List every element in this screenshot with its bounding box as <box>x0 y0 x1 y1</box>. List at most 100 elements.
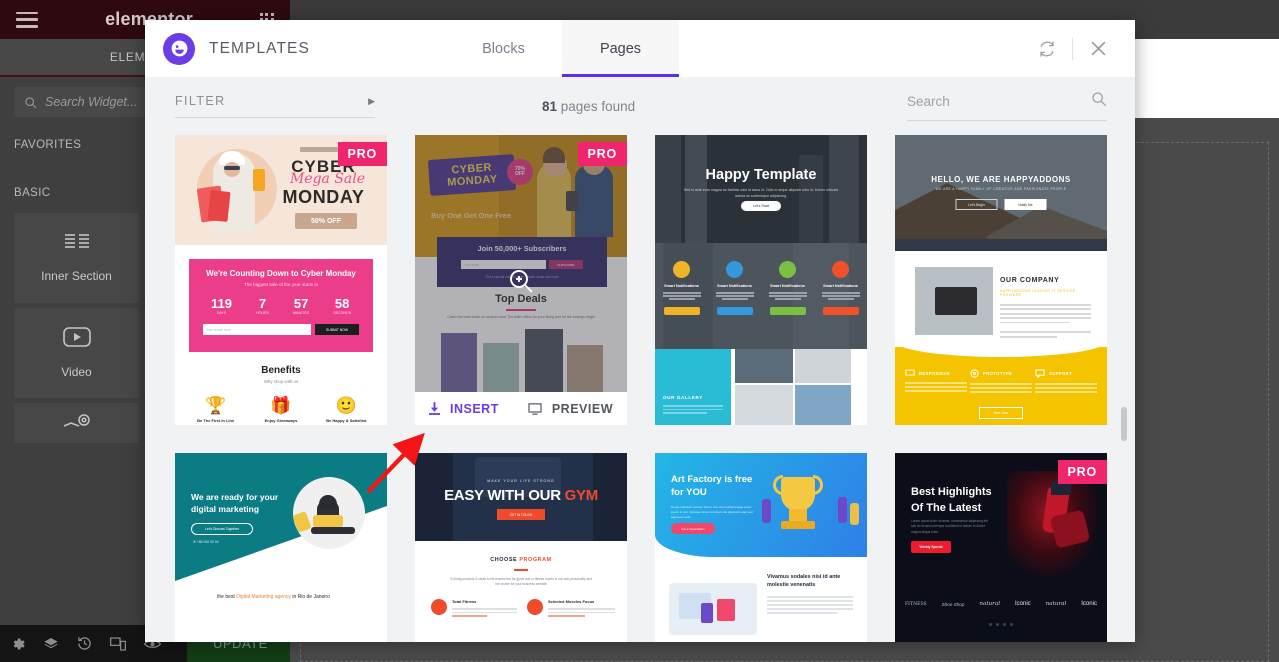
template-card[interactable]: HELLO, WE ARE HAPPYADDONS WE ARE A HAPPY… <box>895 135 1107 425</box>
template-card[interactable]: PRO Best Highlights Of The Latest Lorem … <box>895 453 1107 642</box>
template-card[interactable]: PRO CYBER Mega Sale MONDAY 50% OFF We're… <box>175 135 387 425</box>
modal-title: TEMPLATES <box>209 39 310 57</box>
templates-grid: PRO CYBER Mega Sale MONDAY 50% OFF We're… <box>175 135 1107 642</box>
modal-header: TEMPLATES Blocks Pages <box>145 20 1135 77</box>
mini-countdown-title: We're Counting Down to Cyber Monday <box>206 269 356 278</box>
search-input[interactable] <box>907 94 1067 109</box>
tab-blocks[interactable]: Blocks <box>445 20 562 77</box>
mini-hero-line1: Art Factory is free <box>671 474 753 485</box>
mini-logo: Shoe Shop <box>941 601 965 607</box>
widget-video[interactable]: Video <box>14 308 139 398</box>
columns-icon <box>64 233 90 256</box>
mini-benefit-title: Enjoy Giveaways <box>264 418 298 423</box>
templates-scroll-area[interactable]: PRO CYBER Mega Sale MONDAY 50% OFF We're… <box>145 135 1135 642</box>
responsive-mode-icon[interactable] <box>110 636 126 651</box>
search-icon <box>25 96 37 108</box>
results-count-suffix: pages found <box>557 98 636 114</box>
results-count: 81 pages found <box>542 99 635 114</box>
mini-service-title: SUPPORT <box>1049 371 1073 376</box>
mini-logo: Iconic <box>1081 601 1097 607</box>
widget-label: Inner Section <box>41 269 112 283</box>
mini-hero-line2: MONDAY <box>282 187 365 207</box>
sync-refresh-icon[interactable] <box>1028 40 1066 58</box>
close-icon[interactable] <box>1079 39 1117 58</box>
mini-card-title: Selected Muscles Focus <box>548 599 595 604</box>
mini-hero-line1: We are ready for your <box>191 492 279 502</box>
mini-card-title: Total Fitness <box>452 599 477 604</box>
settings-gear-icon[interactable] <box>10 636 25 651</box>
mini-hero-cta: 50% OFF <box>295 213 357 229</box>
mini-company-title: OUR COMPANY <box>1000 277 1060 284</box>
search-widget-placeholder: Search Widget... <box>45 95 138 109</box>
mini-hero-cta: Weekly Special <box>911 541 951 553</box>
mini-hero-cta: Let's Discuss Together <box>191 523 253 535</box>
magnifier-plus-icon[interactable] <box>508 268 534 294</box>
template-card[interactable]: Art Factory is free for YOU Donec interd… <box>655 453 867 642</box>
mini-counter-unit: MINUTES <box>293 311 310 315</box>
mini-hero-script: Mega Sale <box>289 171 366 187</box>
header-divider <box>1072 37 1073 60</box>
scrollbar-thumb[interactable] <box>1121 407 1127 441</box>
widget-inner-section[interactable]: Inner Section <box>14 213 139 303</box>
mini-counter-value: 57 <box>293 296 309 311</box>
mini-form-button: SUBMIT NOW <box>315 324 359 335</box>
template-card[interactable]: Happy Template Sed in ante eros magna ac… <box>655 135 867 425</box>
mini-countdown-sub: The biggest sale of the year starts in <box>243 282 319 287</box>
hamburger-icon[interactable] <box>16 11 38 28</box>
mini-counter-value: 7 <box>258 296 267 311</box>
template-card[interactable]: MAKE YOUR LIFE STRONG EASY WITH OUR GYM … <box>415 453 627 642</box>
templates-scrollbar[interactable] <box>1121 135 1127 642</box>
mini-hero-line2: for YOU <box>671 487 707 499</box>
mini-feature-title: Smart Notifications <box>823 284 858 288</box>
widget-label: Video <box>61 365 92 379</box>
preview-button[interactable]: PREVIEW <box>528 402 613 416</box>
mini-hero-line2: digital marketing <box>191 504 260 515</box>
filter-control[interactable]: FILTER ▶ <box>175 94 375 118</box>
mini-benefit-title: Be Happy & Satisfied <box>326 418 367 423</box>
mini-logo: Iconic <box>1014 601 1031 607</box>
mini-hero-btn2: Notify Me <box>1004 199 1047 210</box>
mini-gallery-title: OUR GALLERY <box>663 395 703 400</box>
mini-logo: FITNESS <box>905 601 927 607</box>
widget-google-maps[interactable] <box>14 403 139 443</box>
template-thumbnail: HELLO, WE ARE HAPPYADDONS WE ARE A HAPPY… <box>895 135 1107 425</box>
insert-button[interactable]: INSERT <box>429 402 499 416</box>
mini-services-cta: Hire Now <box>979 407 1023 419</box>
navigator-layers-icon[interactable] <box>43 636 59 652</box>
mini-company-sub: HAPPYADDONS LEADING IT SERVICE PROVIDER <box>1000 289 1076 297</box>
pro-badge: PRO <box>337 142 387 166</box>
caret-right-icon: ▶ <box>368 95 375 106</box>
search-control <box>907 91 1107 121</box>
mini-logo: natural <box>1045 601 1067 607</box>
preview-label: PREVIEW <box>551 401 613 416</box>
insert-label: INSERT <box>450 401 499 416</box>
template-card-hovered[interactable]: PRO CYBER MONDAY 70% OFF Buy One Get One… <box>415 135 627 425</box>
pro-badge: PRO <box>577 142 627 166</box>
mini-hero-line2: Of The Latest <box>911 501 982 514</box>
mini-form-input: Your email here <box>203 324 311 335</box>
mini-body-post: in Rio de Janeiro <box>290 594 330 600</box>
mini-hero-kicker: MAKE YOUR LIFE STRONG <box>487 479 555 483</box>
mini-hero-title-a: EASY WITH OUR <box>444 487 565 504</box>
mini-counter-unit: HOURS <box>256 311 269 315</box>
mini-feature-title: Smart Notifications <box>664 284 699 288</box>
mini-hero-cta: Let's Start <box>741 201 781 211</box>
results-count-number: 81 <box>542 98 558 114</box>
pro-badge: PRO <box>1057 460 1107 484</box>
modal-tabs: Blocks Pages <box>445 20 679 77</box>
mini-hero-cta: Get a Consultation <box>671 523 715 534</box>
template-card[interactable]: We are ready for your digital marketing … <box>175 453 387 642</box>
mini-service-title: PROTOTYPE <box>983 371 1013 376</box>
history-icon[interactable] <box>77 636 92 651</box>
video-play-icon <box>62 327 91 352</box>
modal-header-actions <box>1028 20 1135 77</box>
mini-logo: natural <box>979 601 1000 607</box>
filter-label: FILTER <box>175 94 226 108</box>
monitor-icon <box>528 402 542 415</box>
mini-hero-title: HELLO, WE ARE HAPPYADDONS <box>931 175 1071 184</box>
magnifier-icon[interactable] <box>1091 91 1107 112</box>
mini-hero-btn1: Let's Begin <box>955 199 998 210</box>
modal-brand: TEMPLATES <box>145 20 445 77</box>
template-thumbnail: CYBER MONDAY 70% OFF Buy One Get One Free… <box>415 135 627 425</box>
tab-pages[interactable]: Pages <box>562 20 679 77</box>
